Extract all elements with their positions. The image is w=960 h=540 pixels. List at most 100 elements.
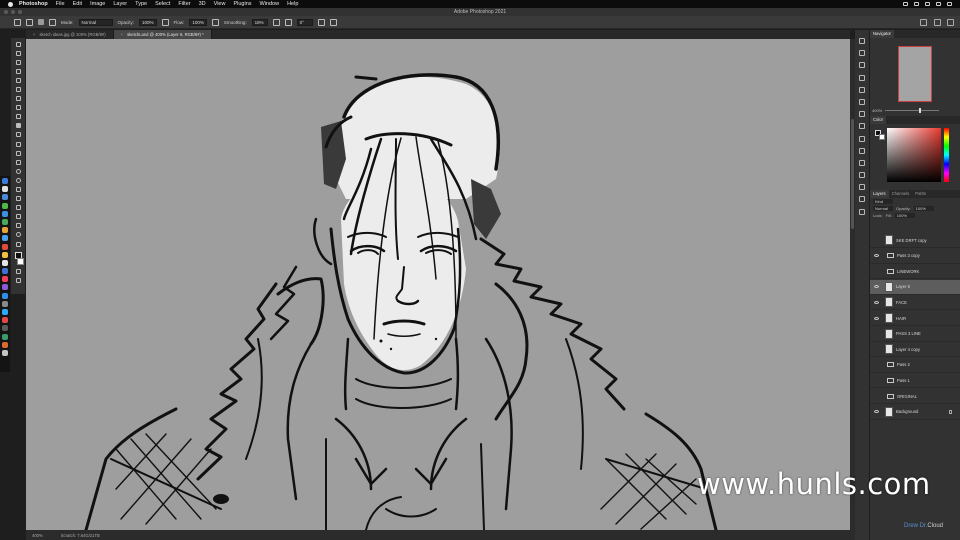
history-brush-tool-icon[interactable] — [15, 141, 21, 147]
properties-icon[interactable] — [859, 62, 865, 69]
share-icon[interactable] — [947, 19, 954, 26]
blend-mode-select[interactable]: Normal — [873, 206, 893, 211]
launchpad-icon[interactable] — [2, 186, 8, 193]
tab-paths[interactable]: Paths — [912, 190, 929, 198]
pressure-size-icon[interactable] — [317, 18, 325, 26]
document-canvas[interactable] — [26, 39, 850, 530]
quick-select-tool-icon[interactable] — [15, 77, 21, 83]
visibility-eye-icon[interactable] — [874, 316, 879, 320]
menu-view[interactable]: View — [214, 1, 226, 7]
app-name[interactable]: Photoshop — [19, 1, 48, 7]
tool-presets-icon[interactable] — [859, 172, 865, 179]
type-tool-icon[interactable] — [15, 196, 21, 202]
reminders-icon[interactable] — [2, 259, 8, 266]
brush-size-icon[interactable] — [38, 19, 44, 25]
zoom-tool-icon[interactable] — [15, 232, 21, 238]
layer-row[interactable]: Layer 6 — [870, 279, 960, 295]
doc-tab-1[interactable]: × sketch ideas.jpg @ 100% (RGB/8#) — [26, 30, 114, 39]
menu-3d[interactable]: 3D — [199, 1, 206, 7]
brush-settings-icon[interactable] — [49, 18, 56, 26]
opacity-field[interactable]: 100% — [139, 18, 157, 26]
tab-layers[interactable]: Layers — [870, 190, 889, 198]
hand-tool-icon[interactable] — [15, 223, 21, 229]
menu-plugins[interactable]: Plugins — [233, 1, 251, 7]
blur-tool-icon[interactable] — [15, 168, 21, 174]
flow-field[interactable]: 100% — [189, 18, 207, 26]
crop-tool-icon[interactable] — [15, 86, 21, 92]
clone-stamp-tool-icon[interactable] — [15, 132, 21, 138]
quick-mask-icon[interactable] — [15, 268, 21, 274]
slider-handle[interactable] — [919, 107, 922, 113]
layer-row[interactable]: PASS 3 LINE — [870, 327, 960, 342]
screen-icon[interactable] — [903, 2, 908, 6]
layer-opacity-field[interactable]: 100% — [913, 206, 934, 211]
symmetry-icon[interactable] — [329, 18, 337, 26]
doc-info[interactable]: Scratch: 7.64G/21TB — [61, 533, 100, 538]
app-store-icon[interactable] — [2, 292, 8, 299]
podcasts-icon[interactable] — [2, 284, 8, 291]
brushes-icon[interactable] — [859, 135, 865, 142]
menu-type[interactable]: Type — [135, 1, 147, 7]
notes-icon[interactable] — [2, 251, 8, 258]
navigator-preview[interactable] — [898, 46, 932, 102]
close-tab-icon[interactable]: × — [33, 32, 35, 37]
zoom-level[interactable]: 400% — [32, 533, 43, 538]
navigator-zoom-value[interactable]: 400% — [872, 108, 882, 113]
doc-tab-2[interactable]: × sketchLand @ 400% (Layer 6, RGB/8#) * — [113, 30, 212, 39]
brush-tool-icon[interactable] — [15, 123, 21, 129]
layer-row[interactable]: HAIR — [870, 311, 960, 326]
search-icon[interactable] — [936, 2, 941, 6]
music-icon[interactable] — [2, 276, 8, 283]
tab-channels[interactable]: Channels — [889, 190, 913, 198]
info-icon[interactable] — [859, 74, 865, 81]
calendar-icon[interactable] — [2, 243, 8, 250]
path-select-tool-icon[interactable] — [15, 205, 21, 211]
visibility-eye-icon[interactable] — [874, 395, 879, 398]
minimize-window-icon[interactable] — [11, 10, 15, 14]
menu-filter[interactable]: Filter — [178, 1, 190, 7]
smoothing-options-icon[interactable] — [272, 18, 280, 26]
app-icon[interactable] — [2, 317, 8, 324]
app-icon[interactable] — [2, 341, 8, 348]
kind-filter-select[interactable]: Kind — [873, 199, 893, 204]
battery-icon[interactable] — [914, 2, 919, 6]
finder-icon[interactable] — [2, 178, 8, 184]
eraser-tool-icon[interactable] — [15, 150, 21, 156]
layer-row[interactable]: ORIGINAL — [870, 389, 960, 404]
scrollbar-thumb[interactable] — [851, 119, 854, 229]
safari-icon[interactable] — [2, 194, 8, 201]
control-center-icon[interactable] — [947, 2, 952, 6]
tab-color[interactable]: Color — [870, 116, 887, 124]
actions-icon[interactable] — [859, 50, 865, 57]
layer-row[interactable]: FACE — [870, 295, 960, 311]
apple-icon[interactable] — [8, 1, 13, 7]
visibility-eye-icon[interactable] — [874, 285, 879, 289]
app-icon[interactable] — [2, 333, 8, 340]
photoshop-dock-icon[interactable] — [2, 309, 8, 315]
visibility-eye-icon[interactable] — [874, 270, 879, 273]
settings-icon[interactable] — [2, 300, 8, 307]
color-picker-field[interactable] — [887, 128, 941, 182]
close-window-icon[interactable] — [4, 10, 8, 14]
menu-layer[interactable]: Layer — [113, 1, 127, 7]
libraries-icon[interactable] — [859, 98, 865, 105]
layer-row[interactable]: Layer 4 copy — [870, 342, 960, 358]
visibility-eye-icon[interactable] — [874, 254, 879, 258]
angle-icon[interactable] — [284, 18, 292, 26]
menu-window[interactable]: Window — [260, 1, 280, 7]
menu-edit[interactable]: Edit — [73, 1, 82, 7]
artboard-tool-icon[interactable] — [15, 50, 21, 56]
tab-navigator[interactable]: Navigator — [870, 30, 894, 38]
visibility-eye-icon[interactable] — [874, 348, 879, 351]
visibility-eye-icon[interactable] — [874, 410, 879, 414]
fill-field[interactable]: 100% — [894, 213, 915, 218]
clone-source-icon[interactable] — [859, 159, 865, 166]
history-icon[interactable] — [859, 38, 865, 44]
background-color-swatch[interactable] — [879, 134, 885, 140]
marquee-tool-icon[interactable] — [15, 59, 21, 65]
layer-row[interactable]: Pass 3 copy — [870, 249, 960, 264]
background-color-swatch[interactable] — [16, 258, 24, 266]
layer-row[interactable]: Pass 1 — [870, 373, 960, 389]
mail-icon[interactable] — [2, 210, 8, 217]
visibility-eye-icon[interactable] — [874, 300, 879, 304]
